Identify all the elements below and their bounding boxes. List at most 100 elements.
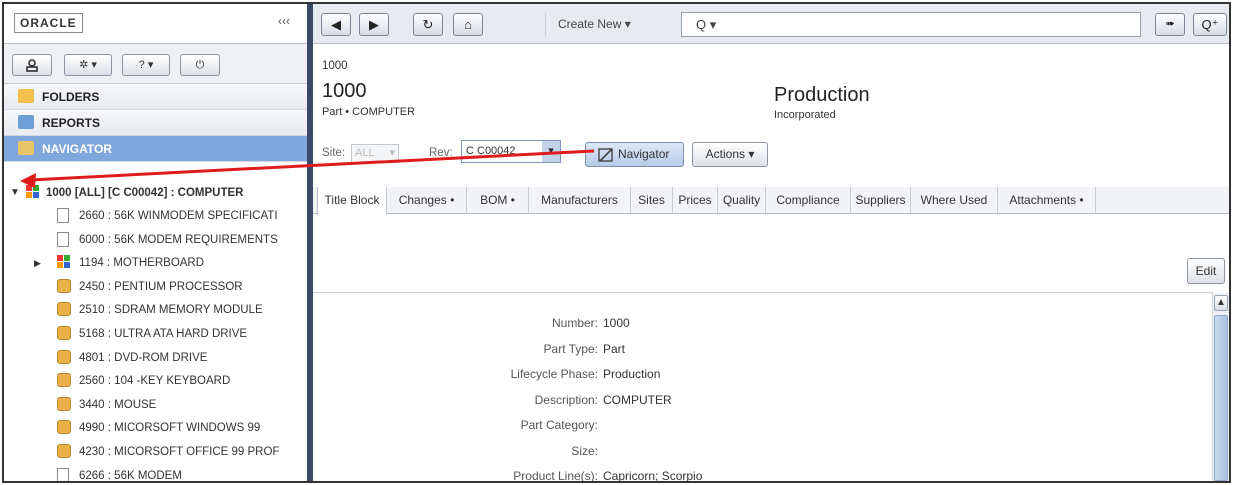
tree-item-label: 1194 : MOTHERBOARD <box>79 257 205 270</box>
tree-item[interactable]: 6266 : 56K MODEM <box>4 465 307 481</box>
tree-item[interactable]: 2560 : 104 -KEY KEYBOARD <box>4 370 307 392</box>
part-icon <box>57 349 71 364</box>
sidebar-item-label: NAVIGATOR <box>42 142 113 156</box>
tree-item[interactable]: 3440 : MOUSE <box>4 394 307 416</box>
edit-button[interactable]: Edit <box>1187 258 1225 284</box>
folder-icon <box>18 89 34 103</box>
rev-select[interactable]: C C00042 ▾ <box>461 140 561 163</box>
oracle-logo: ORACLE <box>14 13 83 33</box>
document-icon <box>57 231 69 247</box>
field-label: Size: <box>571 443 598 458</box>
tab-quality[interactable]: Quality <box>718 187 766 214</box>
divider <box>313 292 1213 293</box>
navigator-icon <box>18 141 34 155</box>
tree-item[interactable]: 6000 : 56K MODEM REQUIREMENTS <box>4 229 307 251</box>
document-icon <box>57 467 69 481</box>
tree-item-label: 6000 : 56K MODEM REQUIREMENTS <box>79 233 278 246</box>
sidebar-item-navigator[interactable]: NAVIGATOR <box>4 136 307 162</box>
site-label: Site: <box>322 147 346 159</box>
tree-item[interactable]: 4801 : DVD-ROM DRIVE <box>4 347 307 369</box>
tree-item-label: 4801 : DVD-ROM DRIVE <box>79 351 208 364</box>
search-input[interactable]: Q ▾ <box>681 12 1141 37</box>
forward-button[interactable]: ▶ <box>359 13 389 36</box>
tree-item[interactable]: 2450 : PENTIUM PROCESSOR <box>4 276 307 298</box>
tree-item-label: 2660 : 56K WINMODEM SPECIFICATI <box>79 210 278 222</box>
site-value: ALL <box>355 147 375 159</box>
field-value: 1000 <box>603 316 630 330</box>
left-toolbar: ✲ ▾ ? ▾ ⏻ <box>4 44 307 84</box>
part-icon <box>57 396 71 411</box>
main-toolbar: ◀ ▶ ↻ ⌂ Create New ▾ Q ▾ ➠ Q⁺ <box>313 4 1229 44</box>
tree-item-label: 2510 : SDRAM MEMORY MODULE <box>79 304 263 317</box>
field-value: COMPUTER <box>603 392 672 407</box>
main-pane: ◀ ▶ ↻ ⌂ Create New ▾ Q ▾ ➠ Q⁺ 1000 1000 … <box>313 4 1229 483</box>
home-button[interactable]: ⌂ <box>453 13 483 36</box>
power-icon[interactable]: ⏻ <box>180 54 220 76</box>
document-icon <box>57 208 69 223</box>
left-pane: ORACLE ‹‹‹ ✲ ▾ ? ▾ ⏻ FOLDERS REPORTS NAV… <box>4 4 307 481</box>
part-icon <box>57 444 71 458</box>
tab-changes[interactable]: Changes • <box>387 187 467 214</box>
sidebar-item-reports[interactable]: REPORTS <box>4 110 307 136</box>
field-value: Capricorn; Scorpio <box>603 469 703 483</box>
expand-triangle-icon[interactable]: ▶ <box>34 252 41 274</box>
tab-bar: Title Block Changes • BOM • Manufacturers Si… <box>313 187 1229 215</box>
field-label: Part Type: <box>543 341 598 356</box>
lifecycle-status: Production <box>774 84 870 106</box>
search-go-button[interactable]: ➠ <box>1155 13 1185 36</box>
help-button[interactable]: ? ▾ <box>122 54 170 76</box>
object-header: 1000 1000 Part • COMPUTER Production Inc… <box>313 44 1229 167</box>
collapse-pane-icon[interactable]: ‹‹‹ <box>278 14 290 28</box>
advanced-search-button[interactable]: Q⁺ <box>1193 13 1227 36</box>
part-icon <box>57 373 71 388</box>
tree-item-label: 5168 : ULTRA ATA HARD DRIVE <box>79 328 248 340</box>
tree-item[interactable]: ▶ 1194 : MOTHERBOARD <box>4 252 307 274</box>
tab-prices[interactable]: Prices <box>673 187 718 214</box>
chevron-down-icon: ▾ <box>542 141 560 162</box>
sidebar-item-label: FOLDERS <box>42 90 100 104</box>
site-select[interactable]: ALL ▾ <box>351 144 399 163</box>
tree-item[interactable]: 2510 : SDRAM MEMORY MODULE <box>4 299 307 321</box>
reports-icon <box>18 115 34 129</box>
tab-where-used[interactable]: Where Used <box>911 187 998 214</box>
navigator-button[interactable]: Navigator <box>585 142 684 167</box>
tree-item-label: 2560 : 104 -KEY KEYBOARD <box>79 375 231 388</box>
field-label: Product Line(s): <box>513 469 598 483</box>
tab-title-block[interactable]: Title Block <box>317 187 387 215</box>
page-title: 1000 <box>322 80 367 102</box>
field-label: Lifecycle Phase: <box>510 367 598 381</box>
tree-item-label: 4990 : MICORSOFT WINDOWS 99 <box>79 422 261 435</box>
part-icon <box>57 420 71 435</box>
tree-item[interactable]: 2660 : 56K WINMODEM SPECIFICATI <box>4 205 307 227</box>
part-icon <box>57 302 71 317</box>
breadcrumb: 1000 <box>322 60 348 72</box>
collapse-triangle-icon[interactable]: ▼ <box>10 182 20 204</box>
tree-item[interactable]: 5168 : ULTRA ATA HARD DRIVE <box>4 323 307 345</box>
scroll-up-icon[interactable]: ▲ <box>1214 295 1228 311</box>
sidebar-item-folders[interactable]: FOLDERS <box>4 84 307 110</box>
tree-item-label: 3440 : MOUSE <box>79 398 157 411</box>
tab-attachments[interactable]: Attachments • <box>998 187 1096 214</box>
tab-suppliers[interactable]: Suppliers <box>851 187 911 214</box>
tab-sites[interactable]: Sites <box>631 187 673 214</box>
refresh-button[interactable]: ↻ <box>413 13 443 36</box>
scroll-thumb[interactable] <box>1214 315 1228 481</box>
field-label: Number: <box>551 316 598 330</box>
sidebar-item-label: REPORTS <box>42 116 101 130</box>
object-subtitle: Part • COMPUTER <box>322 106 416 118</box>
create-new-menu[interactable]: Create New ▾ <box>545 13 655 36</box>
tree-item[interactable]: 4990 : MICORSOFT WINDOWS 99 <box>4 417 307 439</box>
scrollbar[interactable]: ▲ <box>1212 293 1229 481</box>
app-window: ORACLE ‹‹‹ ✲ ▾ ? ▾ ⏻ FOLDERS REPORTS NAV… <box>2 2 1231 483</box>
gear-icon[interactable]: ✲ ▾ <box>64 54 112 76</box>
field-label: Part Category: <box>520 418 598 432</box>
actions-button[interactable]: Actions ▾ <box>692 142 768 167</box>
user-icon[interactable] <box>12 54 52 76</box>
field-value: Part <box>603 341 626 356</box>
tab-bom[interactable]: BOM • <box>467 187 529 214</box>
tree-item[interactable]: 4230 : MICORSOFT OFFICE 99 PROF <box>4 441 307 463</box>
tab-manufacturers[interactable]: Manufacturers <box>529 187 631 214</box>
field-label: Description: <box>534 392 598 407</box>
tab-compliance[interactable]: Compliance <box>766 187 851 214</box>
back-button[interactable]: ◀ <box>321 13 351 36</box>
